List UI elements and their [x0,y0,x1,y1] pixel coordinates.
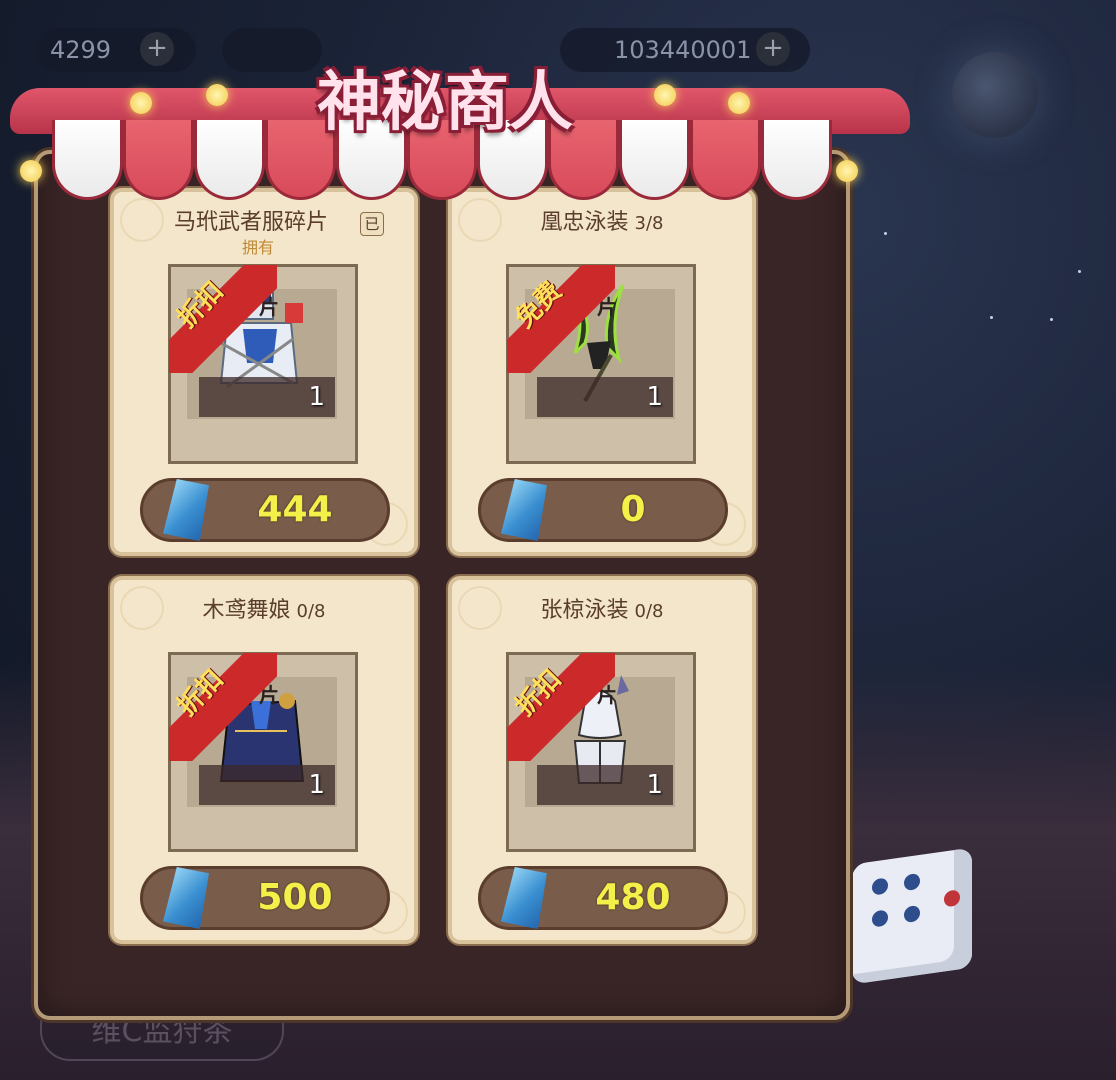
star [1078,270,1081,273]
item-quantity: 1 [308,382,325,412]
badge-text: 折扣 [171,664,230,723]
shop-item-card[interactable]: 凰忠泳装 3/8 1 片 免费 0 [448,188,756,556]
price-value: 500 [257,877,333,918]
light-bulb-icon [130,92,152,114]
price-value: 444 [257,489,333,530]
shop-awning: 神秘商人 [0,40,916,200]
moon [952,52,1038,138]
discount-badge: 折扣 [169,653,277,761]
quantity-bar: 1 [199,377,335,417]
star [884,232,887,235]
mystery-merchant-panel: 马玳武者服碎片 已 拥有 1 片 折扣 444 凰忠泳装 3/8 1 片 免费 … [34,150,850,1020]
owned-label: 拥有 [242,238,275,257]
price-value: 0 [620,489,646,530]
badge-text: 免费 [509,276,568,335]
item-frame: 1 片 折扣 [168,264,358,464]
awning-stripe [761,120,832,200]
item-frame: 1 片 折扣 [168,652,358,852]
item-quantity: 1 [308,770,325,800]
awning-stripe [690,120,762,200]
awning-stripe [52,120,123,200]
star-light-icon [20,160,42,182]
badge-text: 折扣 [171,276,230,335]
dice-dot [872,877,888,896]
panel-title: 神秘商人 [317,65,573,140]
item-frame: 1 片 折扣 [506,652,696,852]
star [990,316,993,319]
price-value: 480 [595,877,671,918]
awning-stripe [193,120,265,200]
item-name: 木鸢舞娘 0/8 [202,598,326,623]
badge-text: 折扣 [509,664,568,723]
light-bulb-icon [654,84,676,106]
awning-stripe [122,120,194,200]
dice-dot [944,889,960,908]
star [1050,318,1053,321]
price-button[interactable]: 500 [140,866,390,930]
owned-tag: 已 [360,212,384,236]
shop-item-card[interactable]: 木鸢舞娘 0/8 1 片 折扣 500 [110,576,418,944]
shop-item-card[interactable]: 马玳武者服碎片 已 拥有 1 片 折扣 444 [110,188,418,556]
light-bulb-icon [206,84,228,106]
price-button[interactable]: 0 [478,478,728,542]
star-light-icon [836,160,858,182]
item-name: 张椋泳装 0/8 [540,598,664,623]
item-name: 凰忠泳装 3/8 [540,210,664,235]
awning-stripe [619,120,691,200]
shop-item-card[interactable]: 张椋泳装 0/8 1 片 折扣 480 [448,576,756,944]
item-name: 马玳武者服碎片 [173,210,328,235]
dice[interactable] [852,847,972,985]
quantity-bar: 1 [199,765,335,805]
price-button[interactable]: 444 [140,478,390,542]
price-button[interactable]: 480 [478,866,728,930]
item-frame: 1 片 免费 [506,264,696,464]
dice-dot [904,904,920,924]
dice-dot [872,909,888,928]
item-quantity: 1 [646,770,663,800]
item-quantity: 1 [646,382,663,412]
quantity-bar: 1 [537,377,673,417]
free-badge: 免费 [507,265,615,373]
discount-badge: 折扣 [507,653,615,761]
quantity-bar: 1 [537,765,673,805]
light-bulb-icon [728,92,750,114]
discount-badge: 折扣 [169,265,277,373]
dice-dot [904,872,920,892]
